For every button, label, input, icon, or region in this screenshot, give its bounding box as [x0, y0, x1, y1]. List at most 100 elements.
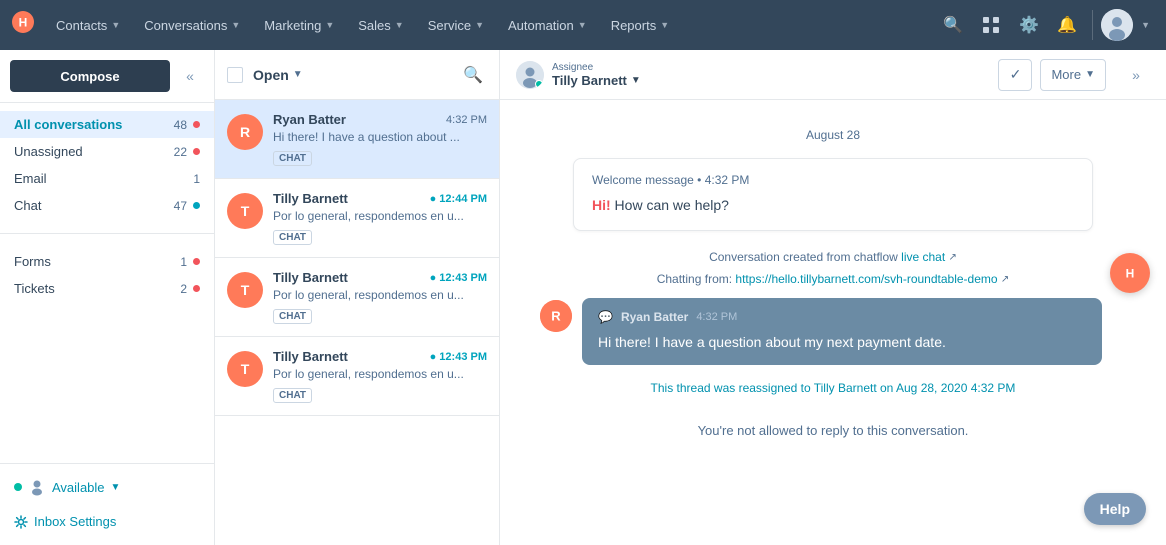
settings-icon[interactable]: ⚙️	[1012, 8, 1046, 42]
online-status-dot	[535, 80, 543, 88]
contact-avatar: T	[227, 193, 263, 229]
bubble-meta: Welcome message • 4:32 PM	[592, 173, 1074, 187]
chatting-from-link[interactable]: https://hello.tillybarnett.com/svh-round…	[735, 272, 997, 286]
collapse-right-panel-button[interactable]: »	[1122, 61, 1150, 89]
chevron-down-icon: ▼	[475, 20, 484, 30]
contact-avatar: T	[227, 272, 263, 308]
conversation-item[interactable]: T Tilly Barnett ● 12:43 PM Por lo genera…	[215, 337, 499, 416]
external-link-icon: ↗	[949, 252, 957, 263]
chevron-down-icon: ▼	[293, 69, 303, 80]
chatflow-link[interactable]: live chat	[901, 250, 945, 264]
svg-text:R: R	[551, 309, 561, 324]
sidebar-item-unassigned[interactable]: Unassigned 22	[0, 138, 214, 165]
chevron-down-icon: ▼	[395, 20, 404, 30]
assignee-area: Assignee Tilly Barnett ▼	[516, 61, 641, 89]
assignee-label: Assignee	[552, 62, 641, 73]
notification-dot	[193, 148, 200, 155]
contact-name: Ryan Batter	[273, 112, 346, 127]
availability-toggle[interactable]: Available ▼	[14, 474, 200, 500]
available-dot	[14, 483, 22, 491]
nav-conversations[interactable]: Conversations ▼	[134, 0, 250, 50]
conversation-preview: Por lo general, respondemos en u...	[273, 209, 487, 223]
sidebar-label: Forms	[14, 254, 174, 269]
conversation-item[interactable]: T Tilly Barnett ● 12:44 PM Por lo genera…	[215, 179, 499, 258]
hubspot-logo[interactable]: H	[12, 11, 34, 39]
nav-contacts[interactable]: Contacts ▼	[46, 0, 130, 50]
chevron-down-icon: ▼	[1141, 20, 1150, 30]
chatflow-info: Conversation created from chatflow live …	[520, 247, 1146, 290]
conversation-tag: CHAT	[273, 388, 312, 403]
user-message-row: R 💬 Ryan Batter 4:32 PM Hi there! I have…	[520, 298, 1146, 365]
nav-service[interactable]: Service ▼	[418, 0, 494, 50]
inbox-settings-button[interactable]: Inbox Settings	[14, 508, 200, 535]
conversation-time: ● 12:44 PM	[430, 193, 487, 205]
sidebar-count: 1	[180, 255, 187, 269]
sidebar-footer: Available ▼ Inbox Settings	[0, 463, 214, 545]
conversation-time: 4:32 PM	[446, 114, 487, 126]
contact-name: Tilly Barnett	[273, 270, 348, 285]
conversation-tag: CHAT	[273, 151, 312, 166]
marketplace-icon[interactable]	[974, 8, 1008, 42]
conversation-time: ● 12:43 PM	[430, 272, 487, 284]
sidebar-item-email[interactable]: Email 1	[0, 165, 214, 192]
contact-name: Tilly Barnett	[273, 191, 348, 206]
chevron-down-icon: ▼	[111, 20, 120, 30]
nav-marketing[interactable]: Marketing ▼	[254, 0, 344, 50]
sidebar-item-tickets[interactable]: Tickets 2	[0, 275, 214, 302]
conversation-preview: Por lo general, respondemos en u...	[273, 367, 487, 381]
sidebar-count: 1	[193, 172, 200, 186]
sidebar-item-chat[interactable]: Chat 47	[0, 192, 214, 219]
chat-header: Assignee Tilly Barnett ▼ ✓ More ▼ »	[500, 50, 1166, 100]
search-conversations-button[interactable]: 🔍	[459, 61, 487, 89]
search-icon[interactable]: 🔍	[936, 8, 970, 42]
chevron-down-icon: ▼	[660, 20, 669, 30]
sender-avatar: R	[540, 300, 572, 332]
conversation-item[interactable]: R Ryan Batter 4:32 PM Hi there! I have a…	[215, 100, 499, 179]
sidebar-count: 22	[174, 145, 187, 159]
hubspot-side-button[interactable]: H	[1110, 253, 1150, 293]
assignee-avatar	[516, 61, 544, 89]
main-chat-panel: Assignee Tilly Barnett ▼ ✓ More ▼ » Augu…	[500, 50, 1166, 545]
sidebar-item-all-conversations[interactable]: All conversations 48	[0, 111, 214, 138]
sidebar-label: Tickets	[14, 281, 174, 296]
chevron-down-icon: ▼	[578, 20, 587, 30]
top-nav: H Contacts ▼ Conversations ▼ Marketing ▼…	[0, 0, 1166, 50]
conversation-content: Tilly Barnett ● 12:43 PM Por lo general,…	[273, 270, 487, 324]
sidebar-label: Chat	[14, 198, 168, 213]
chevron-down-icon: ▼	[325, 20, 334, 30]
welcome-message-bubble: Welcome message • 4:32 PM Hi! How can we…	[573, 158, 1093, 231]
sidebar-secondary-section: Forms 1 Tickets 2	[0, 240, 214, 310]
svg-text:H: H	[19, 16, 28, 30]
header-actions: ✓ More ▼ »	[998, 59, 1150, 91]
conversation-preview: Por lo general, respondemos en u...	[273, 288, 487, 302]
chat-body: August 28 Welcome message • 4:32 PM Hi! …	[500, 100, 1166, 545]
sidebar-divider	[0, 233, 214, 234]
sidebar-count: 47	[174, 199, 187, 213]
date-divider: August 28	[520, 128, 1146, 142]
contact-name: Tilly Barnett	[273, 349, 348, 364]
compose-button[interactable]: Compose	[10, 60, 170, 92]
assignee-name[interactable]: Tilly Barnett ▼	[552, 73, 641, 88]
no-reply-notice: You're not allowed to reply to this conv…	[520, 411, 1146, 450]
left-sidebar: Compose « All conversations 48 Unassigne…	[0, 50, 215, 545]
conversation-item[interactable]: T Tilly Barnett ● 12:43 PM Por lo genera…	[215, 258, 499, 337]
help-button[interactable]: Help	[1084, 493, 1146, 525]
select-all-checkbox[interactable]	[227, 67, 243, 83]
user-avatar[interactable]	[1101, 9, 1133, 41]
conversation-time: ● 12:43 PM	[430, 351, 487, 363]
external-link-icon: ↗	[1001, 273, 1009, 284]
nav-reports[interactable]: Reports ▼	[601, 0, 679, 50]
resolve-button[interactable]: ✓	[998, 59, 1032, 91]
conversation-content: Ryan Batter 4:32 PM Hi there! I have a q…	[273, 112, 487, 166]
nav-automation[interactable]: Automation ▼	[498, 0, 597, 50]
chevron-down-icon: ▼	[631, 75, 641, 86]
status-filter[interactable]: Open ▼	[253, 67, 303, 83]
bubble-text: Hi! How can we help?	[592, 195, 1074, 216]
collapse-sidebar-button[interactable]: «	[176, 62, 204, 90]
notifications-icon[interactable]: 🔔	[1050, 8, 1084, 42]
nav-sales[interactable]: Sales ▼	[348, 0, 413, 50]
more-options-button[interactable]: More ▼	[1040, 59, 1106, 91]
welcome-message-wrapper: Welcome message • 4:32 PM Hi! How can we…	[520, 158, 1146, 231]
sidebar-item-forms[interactable]: Forms 1	[0, 248, 214, 275]
user-menu-chevron[interactable]: ▼	[1137, 0, 1154, 50]
